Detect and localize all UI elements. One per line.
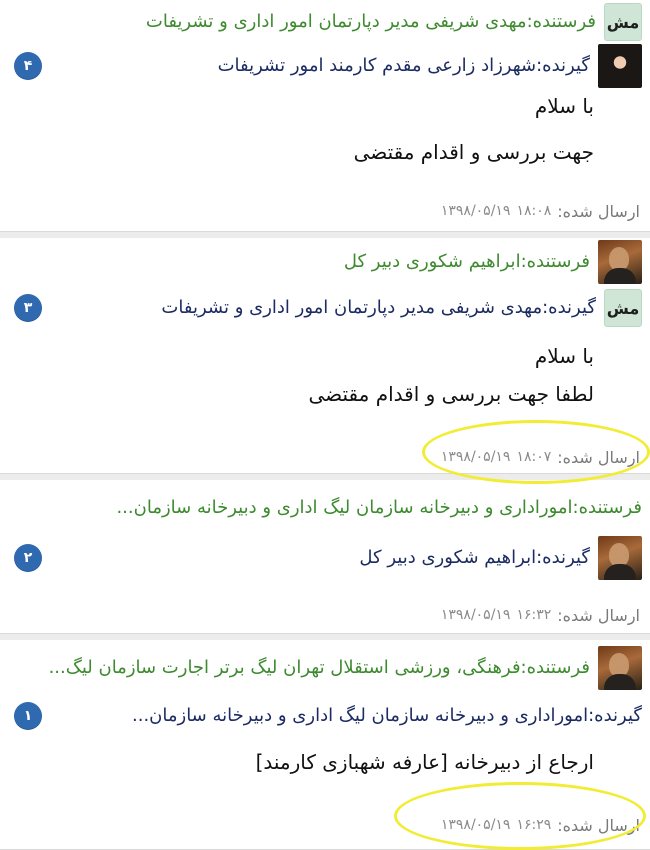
receiver-label: گیرنده:شهرزاد زارعی مقدم کارمند امور تشر… <box>217 55 590 76</box>
sent-timestamp-row: ارسال شده: ۱۸:۰۸ ۱۳۹۸/۰۵/۱۹ <box>10 198 640 224</box>
sent-time: ۱۸:۰۷ <box>516 449 552 465</box>
receiver-row: گیرنده:ابراهیم شکوری دبیر کل ۲ <box>8 536 642 580</box>
message-body-line: ارجاع از دبیرخانه [عارفه شهبازی کارمند] <box>255 750 594 774</box>
avatar-man-icon <box>598 240 642 284</box>
sender-label: فرستنده:اموراداری و دبیرخانه سازمان لیگ … <box>116 497 642 518</box>
sent-timestamp-row: ارسال شده: ۱۸:۰۷ ۱۳۹۸/۰۵/۱۹ <box>10 444 640 470</box>
initials-avatar-icon: مش <box>604 3 642 41</box>
sender-label: فرستنده:ابراهیم شکوری دبیر کل <box>343 251 590 272</box>
sender-row: فرستنده:فرهنگی، ورزشی استقلال تهران لیگ … <box>8 646 642 690</box>
receiver-right-group: مش گیرنده:مهدی شریفی مدیر دپارتمان امور … <box>161 289 642 327</box>
receiver-right-group: گیرنده:شهرزاد زارعی مقدم کارمند امور تشر… <box>218 44 642 88</box>
sender-row: فرستنده:ابراهیم شکوری دبیر کل <box>8 240 642 284</box>
avatar-man-icon <box>598 646 642 690</box>
receiver-right-group: گیرنده:اموراداری و دبیرخانه سازمان لیگ ا… <box>132 704 642 728</box>
sent-time: ۱۸:۰۸ <box>516 203 552 219</box>
counter-badge-icon: ۳ <box>14 294 42 322</box>
sent-label: ارسال شده: <box>557 447 640 467</box>
sent-timestamp-row: ارسال شده: ۱۶:۳۲ ۱۳۹۸/۰۵/۱۹ <box>10 602 640 628</box>
receiver-label: گیرنده:ابراهیم شکوری دبیر کل <box>359 547 590 568</box>
sent-label: ارسال شده: <box>557 201 640 221</box>
message-body-line: با سلام <box>534 344 594 368</box>
message-card[interactable]: مش فرستنده:مهدی شریفی مدیر دپارتمان امور… <box>0 0 650 232</box>
receiver-row: گیرنده:اموراداری و دبیرخانه سازمان لیگ ا… <box>8 694 642 738</box>
counter-badge-icon: ۲ <box>14 544 42 572</box>
sent-time: ۱۶:۲۹ <box>516 817 552 833</box>
sent-date: ۱۳۹۸/۰۵/۱۹ <box>440 449 511 465</box>
message-card[interactable]: فرستنده:اموراداری و دبیرخانه سازمان لیگ … <box>0 480 650 634</box>
message-body-line: جهت بررسی و اقدام مقتضی <box>353 140 594 164</box>
message-body-line: لطفا جهت بررسی و اقدام مقتضی <box>308 382 595 406</box>
receiver-row: گیرنده:شهرزاد زارعی مقدم کارمند امور تشر… <box>8 44 642 88</box>
avatar-man-icon <box>598 536 642 580</box>
sender-row: فرستنده:اموراداری و دبیرخانه سازمان لیگ … <box>8 488 642 528</box>
avatar-woman-icon <box>598 44 642 88</box>
sent-time: ۱۶:۳۲ <box>516 607 552 623</box>
sender-row: مش فرستنده:مهدی شریفی مدیر دپارتمان امور… <box>8 2 642 42</box>
receiver-row: مش گیرنده:مهدی شریفی مدیر دپارتمان امور … <box>8 286 642 330</box>
message-thread-page: مش فرستنده:مهدی شریفی مدیر دپارتمان امور… <box>0 0 650 850</box>
receiver-right-group: گیرنده:ابراهیم شکوری دبیر کل <box>359 536 642 580</box>
sent-label: ارسال شده: <box>557 815 640 835</box>
receiver-label: گیرنده:مهدی شریفی مدیر دپارتمان امور ادا… <box>161 297 596 318</box>
initials-avatar-icon: مش <box>604 289 642 327</box>
sent-label: ارسال شده: <box>557 605 640 625</box>
counter-badge-icon: ۱ <box>14 702 42 730</box>
message-body-line: با سلام <box>534 94 594 118</box>
sent-date: ۱۳۹۸/۰۵/۱۹ <box>440 607 511 623</box>
message-card[interactable]: فرستنده:ابراهیم شکوری دبیر کل مش گیرنده:… <box>0 238 650 474</box>
sent-timestamp-row: ارسال شده: ۱۶:۲۹ ۱۳۹۸/۰۵/۱۹ <box>10 812 640 838</box>
sent-date: ۱۳۹۸/۰۵/۱۹ <box>440 203 511 219</box>
sender-label: فرستنده:مهدی شریفی مدیر دپارتمان امور اد… <box>145 11 596 32</box>
receiver-label: گیرنده:اموراداری و دبیرخانه سازمان لیگ ا… <box>132 705 642 726</box>
sent-date: ۱۳۹۸/۰۵/۱۹ <box>440 817 511 833</box>
counter-badge-icon: ۴ <box>14 52 42 80</box>
sender-label: فرستنده:فرهنگی، ورزشی استقلال تهران لیگ … <box>48 657 590 678</box>
message-card[interactable]: فرستنده:فرهنگی، ورزشی استقلال تهران لیگ … <box>0 640 650 850</box>
